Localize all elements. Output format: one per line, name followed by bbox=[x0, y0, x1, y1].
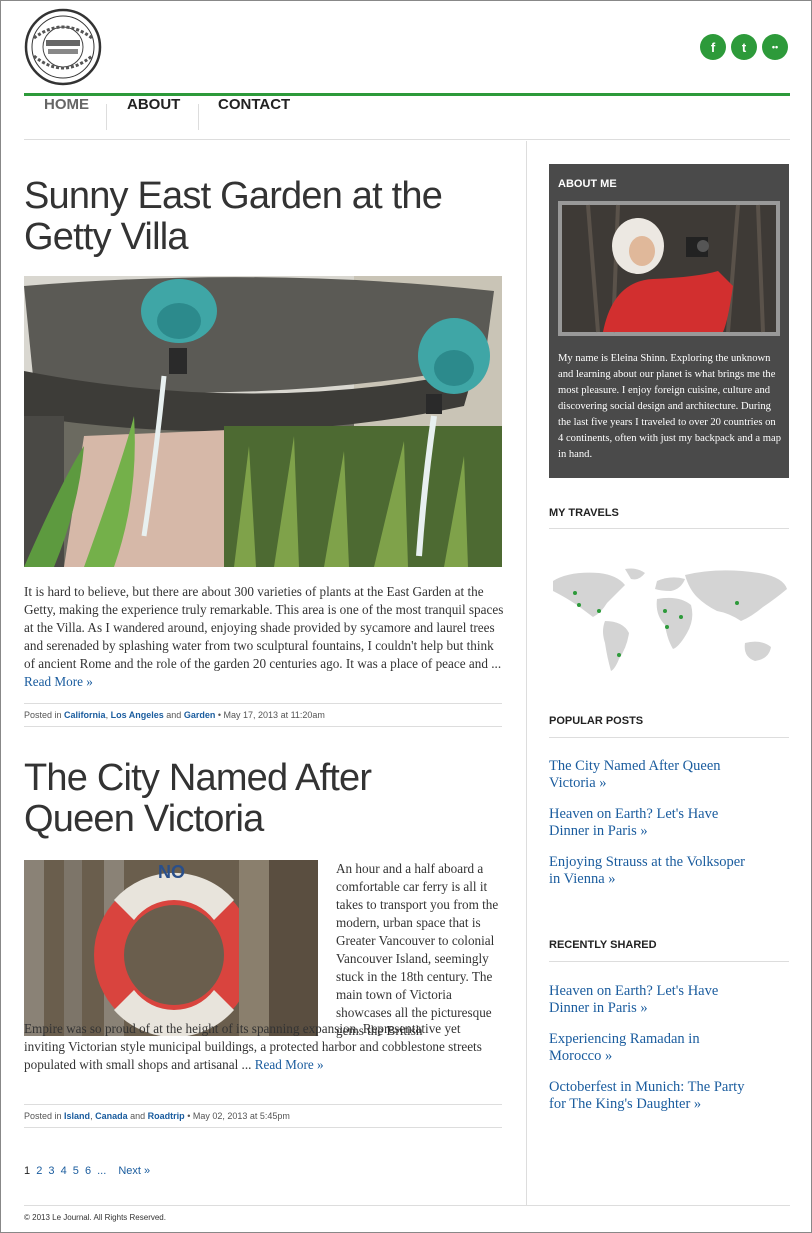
recent-post-link[interactable]: Experiencing Ramadan in Morocco » bbox=[549, 1031, 781, 1065]
post-title[interactable]: Sunny East Garden at the Getty Villa bbox=[24, 176, 494, 258]
page-link[interactable]: 2 bbox=[36, 1165, 42, 1177]
facebook-icon[interactable]: f bbox=[700, 34, 726, 60]
sidebar-divider bbox=[549, 737, 789, 738]
nav-separator bbox=[106, 104, 107, 130]
page-link[interactable]: 3 bbox=[48, 1165, 54, 1177]
about-photo bbox=[558, 201, 780, 336]
twitter-icon[interactable]: t bbox=[731, 34, 757, 60]
nav-separator bbox=[198, 104, 199, 130]
post-excerpt: An hour and a half aboard a comfortable … bbox=[336, 861, 499, 1038]
flickr-icon[interactable]: •• bbox=[762, 34, 788, 60]
post-image-fountain[interactable] bbox=[24, 276, 502, 567]
page-link[interactable]: 6 bbox=[85, 1165, 91, 1177]
my-travels-heading: MY TRAVELS bbox=[549, 507, 619, 519]
tag-link[interactable]: Island bbox=[64, 1111, 90, 1121]
world-map[interactable] bbox=[549, 567, 789, 675]
tag-link[interactable]: Los Angeles bbox=[111, 710, 164, 720]
about-text: My name is Eleina Shinn. Exploring the u… bbox=[558, 353, 782, 460]
about-me-box: ABOUT ME My name is Eleina Shinn. Explor… bbox=[549, 164, 789, 478]
le-journal-logo[interactable] bbox=[24, 8, 102, 86]
tag-link[interactable]: Canada bbox=[95, 1111, 128, 1121]
page-link[interactable]: 4 bbox=[61, 1165, 67, 1177]
nav-home[interactable]: HOME bbox=[44, 96, 89, 133]
recent-post-link[interactable]: Heaven on Earth? Let's Have Dinner in Par… bbox=[549, 983, 781, 1017]
post-image-lifebuoy[interactable]: NO bbox=[24, 860, 318, 1036]
column-divider bbox=[526, 141, 527, 1205]
tag-link[interactable]: Roadtrip bbox=[148, 1111, 185, 1121]
post-excerpt: It is hard to believe, but there are abo… bbox=[24, 584, 504, 689]
popular-post-link[interactable]: Heaven on Earth? Let's Have Dinner in Par… bbox=[549, 806, 781, 840]
read-more-link[interactable]: Read More » bbox=[24, 674, 93, 689]
recent-post-link[interactable]: Octoberfest in Munich: The Party for The … bbox=[549, 1079, 781, 1113]
about-heading: ABOUT ME bbox=[558, 178, 617, 190]
post-date: • May 02, 2013 at 5:45pm bbox=[187, 1111, 290, 1121]
tag-link[interactable]: Garden bbox=[184, 710, 216, 720]
pagination: 1 2 3 4 5 6 ... Next » bbox=[24, 1165, 153, 1177]
pagination-ellipsis: ... bbox=[97, 1165, 107, 1177]
tag-link[interactable]: California bbox=[64, 710, 106, 720]
nav-about[interactable]: ABOUT bbox=[127, 96, 180, 133]
popular-posts-heading: POPULAR POSTS bbox=[549, 715, 644, 727]
nav-contact[interactable]: CONTACT bbox=[218, 96, 290, 133]
recently-shared-heading: RECENTLY SHARED bbox=[549, 939, 657, 951]
sidebar-divider bbox=[549, 528, 789, 529]
footer-divider bbox=[24, 1205, 790, 1206]
post-excerpt-continued: Empire was so proud of at the height of … bbox=[24, 1021, 482, 1072]
post-date: • May 17, 2013 at 11:20am bbox=[217, 710, 325, 720]
copyright: © 2013 Le Journal. All Rights Reserved. bbox=[24, 1213, 166, 1222]
svg-text:NO: NO bbox=[158, 862, 185, 882]
page-current: 1 bbox=[24, 1165, 31, 1177]
popular-post-link[interactable]: The City Named After Queen Victoria » bbox=[549, 758, 781, 792]
post-meta: Posted in Island, Canada and Roadtrip • … bbox=[24, 1104, 502, 1128]
next-page-link[interactable]: Next » bbox=[118, 1165, 150, 1177]
page-link[interactable]: 5 bbox=[73, 1165, 79, 1177]
post-meta: Posted in California, Los Angeles and Ga… bbox=[24, 703, 502, 727]
sidebar-divider bbox=[549, 961, 789, 962]
main-nav: HOME ABOUT CONTACT bbox=[24, 96, 790, 140]
popular-post-link[interactable]: Enjoying Strauss at the Volksoper in Vien… bbox=[549, 854, 781, 888]
read-more-link[interactable]: Read More » bbox=[255, 1057, 324, 1072]
post-title[interactable]: The City Named After Queen Victoria bbox=[24, 758, 494, 840]
